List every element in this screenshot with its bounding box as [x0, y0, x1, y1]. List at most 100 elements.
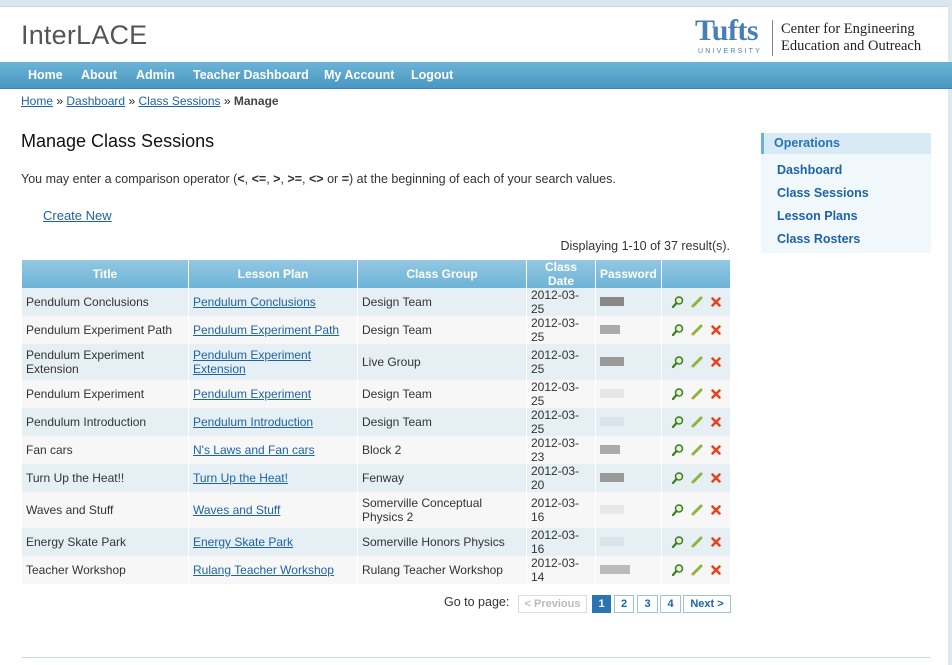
cell-title: Turn Up the Heat!!	[22, 464, 189, 492]
view-icon[interactable]	[671, 535, 685, 549]
lesson-plan-link[interactable]: Energy Skate Park	[193, 535, 293, 549]
pager-page-2[interactable]: 2	[614, 595, 634, 613]
edit-icon[interactable]	[690, 323, 704, 337]
table-row: Pendulum Conclusions Pendulum Conclusions…	[22, 288, 731, 316]
lesson-plan-link[interactable]: Rulang Teacher Workshop	[193, 563, 334, 577]
edit-icon[interactable]	[690, 355, 704, 369]
nav-my-account[interactable]: My Account	[324, 68, 394, 82]
column-header-actions	[661, 260, 731, 288]
pager-page-4[interactable]: 4	[660, 595, 681, 613]
breadcrumb-dashboard[interactable]: Dashboard	[66, 94, 125, 108]
view-icon[interactable]	[671, 295, 685, 309]
edit-icon[interactable]	[690, 443, 704, 457]
table-row: Energy Skate Park Energy Skate Park Somerv…	[22, 528, 731, 556]
cell-class-group: Design Team	[357, 380, 527, 408]
delete-icon[interactable]	[709, 503, 723, 517]
cell-actions	[661, 288, 731, 316]
nav-teacher-dashboard[interactable]: Teacher Dashboard	[193, 68, 309, 82]
page-title: Manage Class Sessions	[21, 131, 215, 151]
top-border	[0, 0, 952, 7]
lesson-plan-link[interactable]: N's Laws and Fan cars	[193, 443, 315, 457]
cell-lesson-plan: Pendulum Experiment Extension	[188, 344, 358, 380]
cell-class-date: 2012-03-25	[526, 316, 596, 344]
lesson-plan-link[interactable]: Turn Up the Heat!	[193, 471, 288, 485]
operator: <	[237, 172, 245, 186]
operator: <=	[251, 172, 267, 186]
pager-next[interactable]: Next >	[683, 595, 731, 613]
create-new-link[interactable]: Create New	[43, 208, 112, 223]
cell-actions	[661, 344, 731, 380]
cell-actions	[661, 492, 731, 528]
lesson-plan-link[interactable]: Waves and Stuff	[193, 503, 280, 517]
breadcrumb-class-sessions[interactable]: Class Sessions	[138, 94, 220, 108]
delete-icon[interactable]	[709, 387, 723, 401]
view-icon[interactable]	[671, 387, 685, 401]
lesson-plan-link[interactable]: Pendulum Experiment Path	[193, 323, 339, 337]
column-header-title[interactable]: Title	[22, 260, 189, 288]
nav-admin[interactable]: Admin	[136, 68, 175, 82]
class-sessions-table: Title Lesson Plan Class Group Class Date…	[22, 260, 731, 584]
results-summary: Displaying 1-10 of 37 result(s).	[560, 239, 730, 253]
view-icon[interactable]	[671, 503, 685, 517]
column-header-class-date[interactable]: Class Date	[526, 260, 596, 288]
delete-icon[interactable]	[709, 563, 723, 577]
delete-icon[interactable]	[709, 471, 723, 485]
view-icon[interactable]	[671, 443, 685, 457]
edit-icon[interactable]	[690, 415, 704, 429]
logo-line-2: Education and Outreach	[781, 38, 922, 54]
breadcrumb-separator: »	[56, 94, 64, 108]
cell-class-date: 2012-03-20	[526, 464, 596, 492]
nav-about[interactable]: About	[81, 68, 117, 82]
password-redacted	[600, 445, 620, 454]
lesson-plan-link[interactable]: Pendulum Experiment	[193, 387, 311, 401]
table-row: Turn Up the Heat!! Turn Up the Heat! Fenwa…	[22, 464, 731, 492]
edit-icon[interactable]	[690, 535, 704, 549]
cell-title: Pendulum Introduction	[22, 408, 189, 436]
view-icon[interactable]	[671, 323, 685, 337]
delete-icon[interactable]	[709, 295, 723, 309]
sidebar-item-class-rosters[interactable]: Class Rosters	[777, 232, 860, 246]
cell-password	[595, 316, 662, 344]
cell-password	[595, 408, 662, 436]
cell-class-date: 2012-03-25	[526, 288, 596, 316]
view-icon[interactable]	[671, 471, 685, 485]
column-header-password[interactable]: Password	[595, 260, 662, 288]
cell-password	[595, 556, 662, 584]
view-icon[interactable]	[671, 355, 685, 369]
operator: >	[273, 172, 281, 186]
cell-lesson-plan: Turn Up the Heat!	[188, 464, 358, 492]
column-header-lesson-plan[interactable]: Lesson Plan	[188, 260, 358, 288]
lesson-plan-link[interactable]: Pendulum Conclusions	[193, 295, 316, 309]
sidebar-item-dashboard[interactable]: Dashboard	[777, 163, 842, 177]
cell-password	[595, 380, 662, 408]
edit-icon[interactable]	[690, 563, 704, 577]
edit-icon[interactable]	[690, 387, 704, 401]
delete-icon[interactable]	[709, 415, 723, 429]
nav-home[interactable]: Home	[28, 68, 63, 82]
view-icon[interactable]	[671, 415, 685, 429]
cell-lesson-plan: Waves and Stuff	[188, 492, 358, 528]
delete-icon[interactable]	[709, 323, 723, 337]
sidebar-item-lesson-plans[interactable]: Lesson Plans	[777, 209, 858, 223]
edit-icon[interactable]	[690, 503, 704, 517]
delete-icon[interactable]	[709, 535, 723, 549]
breadcrumb-home[interactable]: Home	[21, 94, 53, 108]
lesson-plan-link[interactable]: Pendulum Experiment Extension	[193, 348, 311, 376]
view-icon[interactable]	[671, 563, 685, 577]
delete-icon[interactable]	[709, 443, 723, 457]
cell-lesson-plan: Rulang Teacher Workshop	[188, 556, 358, 584]
hint-prefix: You may enter a comparison operator (	[21, 172, 238, 186]
lesson-plan-link[interactable]: Pendulum Introduction	[193, 415, 313, 429]
operator: =	[341, 172, 349, 186]
delete-icon[interactable]	[709, 355, 723, 369]
cell-password	[595, 492, 662, 528]
password-redacted	[600, 473, 624, 482]
column-header-class-group[interactable]: Class Group	[357, 260, 527, 288]
edit-icon[interactable]	[690, 295, 704, 309]
password-redacted	[600, 537, 624, 546]
pager-page-1[interactable]: 1	[592, 595, 611, 613]
pager-page-3[interactable]: 3	[637, 595, 658, 613]
nav-logout[interactable]: Logout	[411, 68, 453, 82]
sidebar-item-class-sessions[interactable]: Class Sessions	[777, 186, 869, 200]
edit-icon[interactable]	[690, 471, 704, 485]
